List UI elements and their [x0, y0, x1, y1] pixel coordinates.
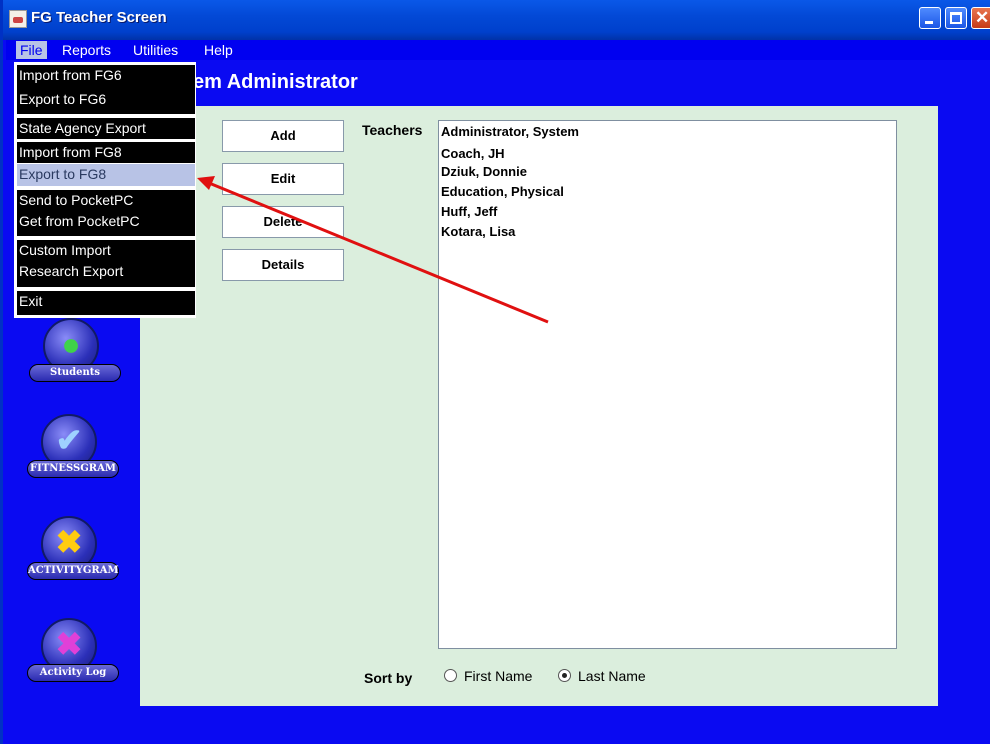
app-window: FG Teacher Screen ✕ File Reports Utiliti…: [0, 0, 990, 744]
arrow-line: [208, 181, 549, 324]
annotation-arrow: [197, 176, 549, 324]
